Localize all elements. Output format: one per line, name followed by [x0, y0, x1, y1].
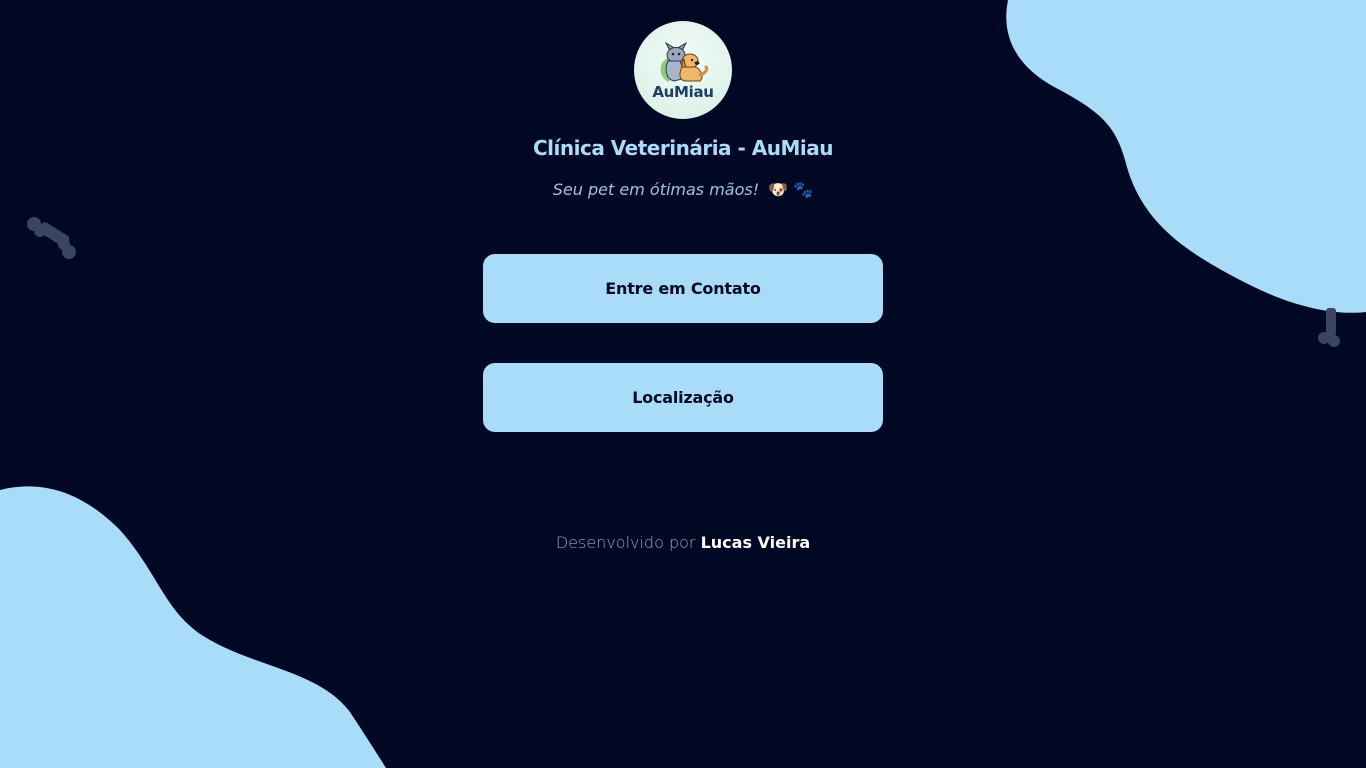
page-title: Clínica Veterinária - AuMiau [533, 136, 833, 160]
page: AuMiau Clínica Veterinária - AuMiau Seu … [0, 0, 1366, 768]
logo-text: AuMiau [652, 83, 714, 101]
footer-credit: Desenvolvido por Lucas Vieira [0, 533, 1366, 552]
dog-paw-emoji-icon: 🐶 🐾 [768, 180, 814, 199]
subtitle-text: Seu pet em ótimas mãos! [552, 180, 760, 199]
author-link[interactable]: Lucas Vieira [701, 533, 811, 552]
bone-icon [27, 217, 76, 259]
logo: AuMiau [634, 21, 732, 119]
cat-and-dog-logo-icon [660, 41, 709, 82]
page-subtitle: Seu pet em ótimas mãos! 🐶 🐾 [0, 180, 1366, 199]
location-button[interactable]: Localização [483, 363, 883, 432]
contact-button[interactable]: Entre em Contato [483, 254, 883, 323]
bone-icon [1318, 308, 1340, 347]
footer-prefix: Desenvolvido por [555, 533, 696, 552]
